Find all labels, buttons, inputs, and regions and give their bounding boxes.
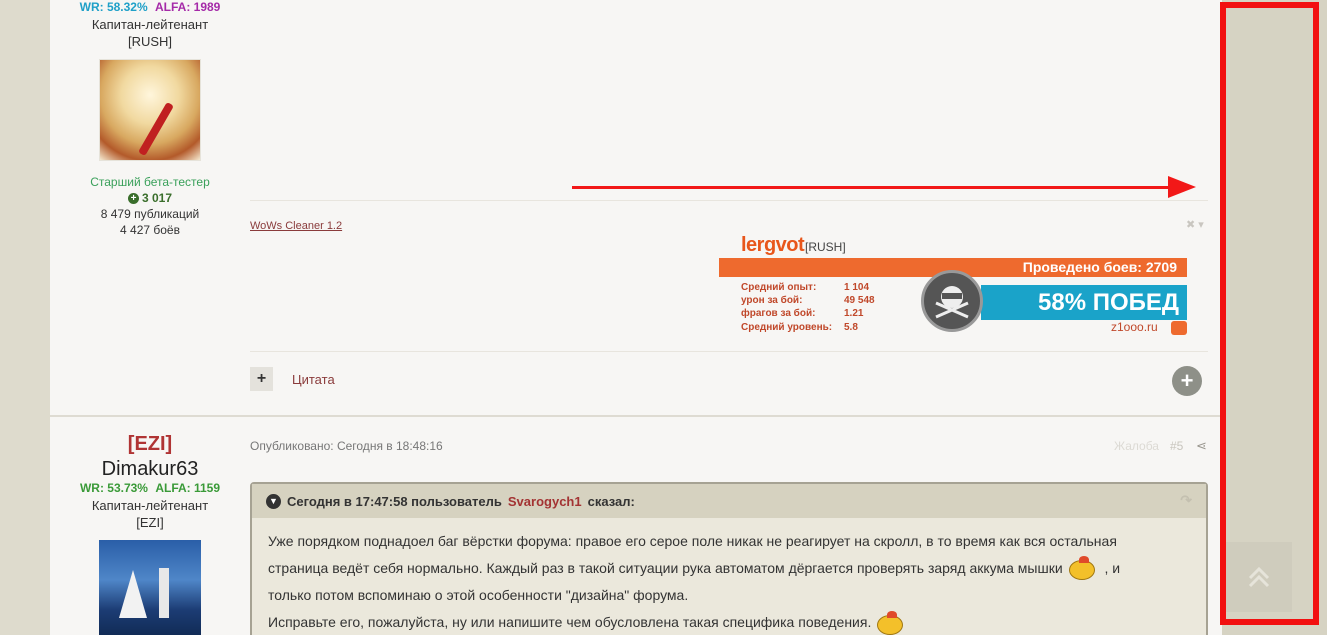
quote-line: только потом вспоминаю о этой особенност… — [268, 587, 689, 604]
quote-said: сказал: — [587, 493, 635, 509]
signature-divider — [250, 200, 1208, 201]
banner-site: z1ooo.ru — [1111, 320, 1158, 334]
pirate-emblem-icon — [921, 270, 983, 332]
author-stats: WR: 58.32% ALFA: 1989 — [50, 0, 250, 14]
banner-stat-label: урон за бой: — [741, 295, 803, 306]
author-rank: Капитан-лейтенант — [91, 17, 209, 32]
arrow-head — [1168, 176, 1196, 198]
quote-line: Уже порядком поднадоел баг вёрстки форум… — [268, 533, 1117, 549]
post: WR: 58.32% ALFA: 1989 Капитан-лейтенант … — [50, 0, 1222, 415]
author-clan: [RUSH] — [127, 34, 173, 49]
emoji-fish-icon — [1067, 556, 1101, 582]
quote-body: Уже порядком поднадоел баг вёрстки форум… — [252, 518, 1206, 635]
banner-win-rate: 58% ПОБЕД — [981, 285, 1187, 320]
plus-circle-icon: + — [127, 192, 139, 204]
author-panel: [EZI] Dimakur63 WR: 53.73% ALFA: 1159 Ка… — [50, 433, 250, 635]
post-count: 8 479 публикаций — [100, 207, 200, 221]
banner-stat-value: 5.8 — [844, 322, 858, 333]
alfa-rating: ALFA: 1159 — [155, 481, 221, 495]
post-divider — [50, 415, 1222, 417]
reputation: + 3 017 — [50, 191, 250, 205]
highlight-frame — [1220, 2, 1319, 625]
battle-count: 4 427 боёв — [120, 223, 180, 237]
reply-arrow-icon[interactable]: ↷ — [1180, 492, 1192, 509]
quote-line: страница ведёт себя нормально. Каждый ра… — [268, 555, 1190, 582]
win-rate: WR: 58.32% — [79, 0, 148, 14]
quote-line: Исправьте его, пожалуйста, ну или напиши… — [268, 609, 1190, 635]
banner-clan: [RUSH] — [805, 240, 846, 254]
author-rank: Капитан-лейтенант — [91, 498, 209, 513]
banner-player-name: lergvot — [741, 234, 805, 256]
emoji-fish-icon — [875, 610, 909, 635]
stats-banner[interactable]: lergvot [RUSH] Проведено боев: 2709 Сред… — [719, 234, 1189, 338]
quote-button[interactable]: Цитата — [292, 372, 335, 387]
quote-date: Сегодня в 17:47:58 пользователь — [287, 493, 502, 509]
avatar[interactable] — [99, 59, 201, 161]
chevron-down-icon[interactable]: ▼ — [266, 493, 281, 509]
report-link[interactable]: Жалоба — [1114, 439, 1159, 453]
author-group: Старший бета-тестер — [90, 175, 210, 189]
chevron-down-icon[interactable]: ▾ — [1198, 219, 1204, 231]
multiquote-button[interactable]: + — [250, 367, 273, 391]
quote-block: ▼ Сегодня в 17:47:58 пользователь Svarog… — [250, 482, 1208, 635]
post-number-link[interactable]: #5 — [1170, 439, 1183, 453]
share-icon[interactable]: ⋖ — [1196, 438, 1207, 454]
close-icon[interactable]: ✖ — [1186, 219, 1195, 231]
banner-stat-value: 49 548 — [844, 295, 875, 306]
quote-header[interactable]: ▼ Сегодня в 17:47:58 пользователь Svarog… — [252, 484, 1206, 518]
author-username[interactable]: Dimakur63 — [50, 458, 250, 481]
author-panel: WR: 58.32% ALFA: 1989 Капитан-лейтенант … — [50, 0, 250, 237]
left-margin — [0, 0, 50, 635]
author-clan: [EZI] — [136, 515, 164, 530]
add-reaction-button[interactable]: + — [1172, 366, 1202, 396]
signature-link[interactable]: WoWs Cleaner 1.2 — [250, 220, 342, 232]
banner-stat-value: 1.21 — [844, 308, 864, 319]
author-stats: WR: 53.73% ALFA: 1159 — [50, 481, 250, 495]
post-timestamp: Опубликовано: Сегодня в 18:48:16 — [250, 439, 443, 453]
annotation-arrow — [572, 186, 1172, 189]
forum-content: WR: 58.32% ALFA: 1989 Капитан-лейтенант … — [50, 0, 1222, 635]
banner-stat-value: 1 104 — [844, 282, 870, 293]
banner-stat-label: фрагов за бой: — [741, 308, 816, 319]
alfa-rating: ALFA: 1989 — [155, 0, 221, 14]
avatar[interactable] — [99, 540, 201, 635]
reputation-value: 3 017 — [141, 191, 173, 205]
signature-tools[interactable]: ✖ ▾ — [1186, 218, 1204, 231]
win-rate: WR: 53.73% — [79, 481, 148, 495]
post-footer-divider — [250, 351, 1208, 352]
banner-stat-label: Средний уровень: — [741, 322, 833, 333]
banner-stat-label: Средний опыт: — [741, 282, 817, 293]
site-logo-icon — [1171, 321, 1187, 335]
quote-author[interactable]: Svarogych1 — [508, 494, 582, 509]
author-clan-header[interactable]: [EZI] — [50, 433, 250, 456]
